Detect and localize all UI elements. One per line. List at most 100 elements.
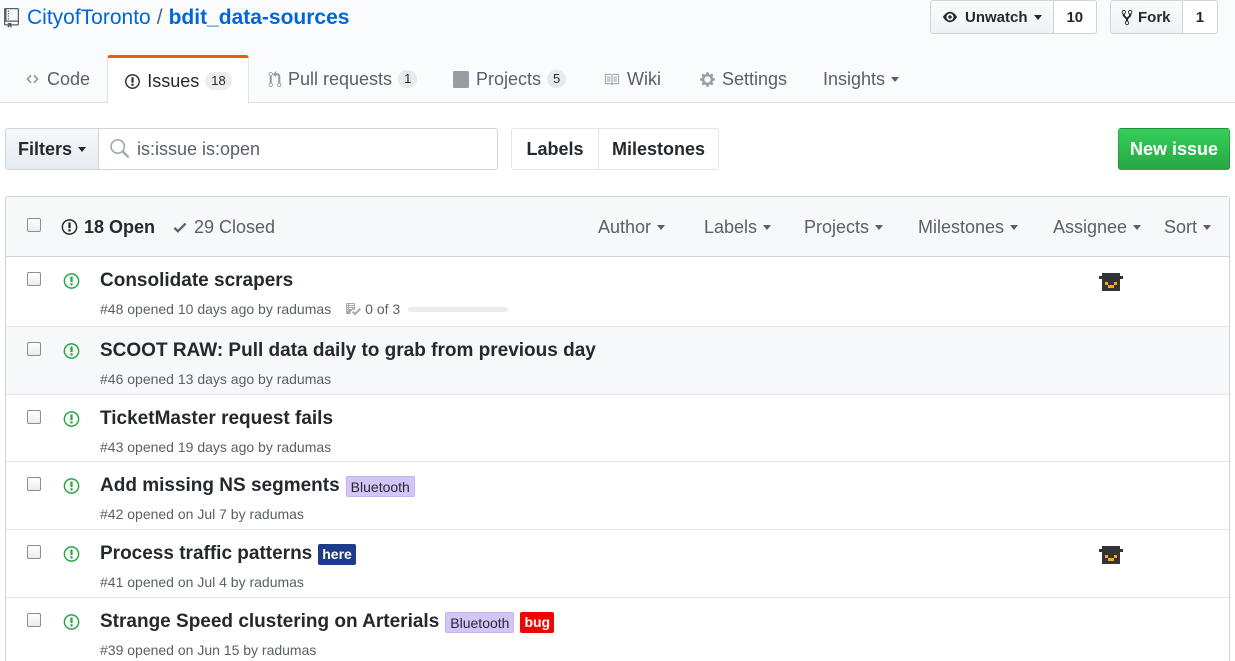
code-icon: [24, 72, 41, 86]
chevron-down-icon: [891, 76, 900, 82]
tab-insights-label: Insights: [823, 68, 886, 89]
issue-opened-icon: [63, 273, 80, 289]
tab-projects[interactable]: Projects 5: [452, 55, 567, 103]
labels-button[interactable]: Labels: [512, 129, 598, 169]
assignee-avatar[interactable]: [1099, 270, 1123, 294]
tab-wiki-label: Wiki: [627, 68, 661, 89]
forks-count[interactable]: 1: [1182, 1, 1217, 33]
labels-filter-label: Labels: [704, 216, 758, 237]
tab-projects-counter: 5: [547, 70, 567, 88]
tab-issues[interactable]: Issues 18: [107, 55, 249, 104]
label-here[interactable]: here: [318, 543, 356, 565]
label-bluetooth[interactable]: Bluetooth: [345, 475, 415, 497]
task-progress-label: 0 of 3: [365, 301, 401, 317]
eye-icon: [943, 11, 957, 23]
chevron-down-icon: [875, 224, 884, 230]
search-icon: [110, 139, 129, 158]
issue-title-link[interactable]: Process traffic patterns: [100, 543, 312, 565]
closed-count-label: 29 Closed: [194, 216, 276, 237]
issue-title-link[interactable]: SCOOT RAW: Pull data daily to grab from …: [100, 340, 596, 362]
fork-button[interactable]: Fork: [1111, 1, 1183, 33]
list-item[interactable]: Strange Speed clustering on Arterials Bl…: [6, 598, 1229, 661]
chevron-down-icon: [763, 224, 772, 230]
issue-meta: #46 opened 13 days ago by radumas: [100, 371, 331, 387]
search-input[interactable]: [137, 138, 497, 160]
tab-pull-requests-counter: 1: [398, 70, 418, 88]
list-item[interactable]: Consolidate scrapers #48 opened 10 days …: [6, 257, 1229, 327]
projects-filter-label: Projects: [804, 216, 870, 237]
issues-search: [98, 128, 498, 170]
assignee-filter-label: Assignee: [1053, 216, 1128, 237]
list-item[interactable]: Add missing NS segments Bluetooth #42 op…: [6, 462, 1229, 530]
author-filter-label: Author: [598, 216, 652, 237]
task-progress: 0 of 3: [345, 301, 509, 317]
label-bug[interactable]: bug: [520, 611, 555, 633]
issue-opened-icon: [63, 343, 80, 359]
issue-checkbox[interactable]: [27, 342, 41, 356]
book-icon: [602, 72, 621, 87]
issue-checkbox[interactable]: [27, 272, 41, 286]
issue-meta: #39 opened on Jun 15 by radumas: [100, 642, 316, 658]
tab-projects-label: Projects: [476, 68, 542, 89]
issues-list-header: 18 Open 29 Closed Author Labels Projects…: [6, 197, 1229, 257]
tab-wiki[interactable]: Wiki: [602, 55, 661, 103]
labels-milestones-group: Labels Milestones: [511, 128, 719, 170]
milestones-filter-label: Milestones: [918, 216, 1005, 237]
sort-filter[interactable]: Sort: [1164, 197, 1212, 257]
issue-opened-by: #43 opened 19 days ago by radumas: [100, 439, 332, 455]
repo-owner-link[interactable]: CityofToronto: [27, 6, 151, 30]
issue-checkbox[interactable]: [27, 410, 41, 424]
projects-filter[interactable]: Projects: [804, 197, 884, 257]
watchers-count[interactable]: 10: [1053, 1, 1096, 33]
gear-icon: [699, 71, 716, 88]
issue-opened-icon: [63, 546, 80, 562]
assignee-avatar[interactable]: [1099, 543, 1123, 567]
issue-title-link[interactable]: Strange Speed clustering on Arterials: [100, 611, 439, 633]
milestones-filter[interactable]: Milestones: [918, 197, 1019, 257]
label-bluetooth[interactable]: Bluetooth: [445, 611, 515, 633]
tab-pull-requests[interactable]: Pull requests 1: [268, 55, 418, 103]
issue-opened-icon: [63, 478, 80, 494]
tab-code[interactable]: Code: [24, 55, 90, 103]
project-icon: [452, 70, 470, 88]
issue-title-link[interactable]: TicketMaster request fails: [100, 408, 333, 430]
issue-checkbox[interactable]: [27, 545, 41, 559]
list-item[interactable]: TicketMaster request fails #43 opened 19…: [6, 395, 1229, 462]
sort-filter-label: Sort: [1164, 216, 1198, 237]
repo-name-link[interactable]: bdit_data-sources: [169, 6, 350, 30]
chevron-down-icon: [657, 224, 666, 230]
watch-group: Unwatch 10: [930, 0, 1097, 34]
issue-checkbox[interactable]: [27, 477, 41, 491]
issue-title-link[interactable]: Add missing NS segments: [100, 475, 340, 497]
list-item[interactable]: Process traffic patterns here #41 opened…: [6, 530, 1229, 598]
open-issues-link[interactable]: 18 Open: [61, 197, 155, 257]
list-item[interactable]: SCOOT RAW: Pull data daily to grab from …: [6, 327, 1229, 395]
filters-button[interactable]: Filters: [5, 128, 99, 170]
issue-opened-icon: [61, 219, 78, 235]
issue-opened-icon: [63, 614, 80, 630]
labels-filter[interactable]: Labels: [704, 197, 772, 257]
issue-opened-by: #39 opened on Jun 15 by radumas: [100, 642, 317, 658]
unwatch-label: Unwatch: [965, 8, 1028, 26]
issue-checkbox[interactable]: [27, 613, 41, 627]
select-all-checkbox[interactable]: [27, 218, 41, 232]
tab-settings[interactable]: Settings: [699, 55, 787, 103]
issue-opened-icon: [124, 73, 141, 90]
assignee-filter[interactable]: Assignee: [1053, 197, 1142, 257]
issue-title-link[interactable]: Consolidate scrapers: [100, 270, 293, 292]
git-pull-request-icon: [268, 70, 282, 88]
issues-list: 18 Open 29 Closed Author Labels Projects…: [5, 196, 1230, 661]
issue-meta: #48 opened 10 days ago by radumas 0 of 3: [100, 301, 509, 317]
tab-pull-requests-label: Pull requests: [288, 68, 393, 89]
unwatch-button[interactable]: Unwatch: [931, 1, 1054, 33]
tab-insights[interactable]: Insights: [823, 55, 900, 103]
fork-label: Fork: [1138, 8, 1171, 26]
new-issue-button[interactable]: New issue: [1118, 128, 1230, 170]
issue-meta: #41 opened on Jul 4 by radumas: [100, 574, 304, 590]
author-filter[interactable]: Author: [598, 197, 666, 257]
issue-meta: #43 opened 19 days ago by radumas: [100, 439, 331, 455]
repo-forked-icon: [1121, 9, 1133, 25]
milestones-button[interactable]: Milestones: [598, 129, 718, 169]
issue-opened-by: #48 opened 10 days ago by radumas: [100, 301, 332, 317]
closed-issues-link[interactable]: 29 Closed: [172, 197, 275, 257]
